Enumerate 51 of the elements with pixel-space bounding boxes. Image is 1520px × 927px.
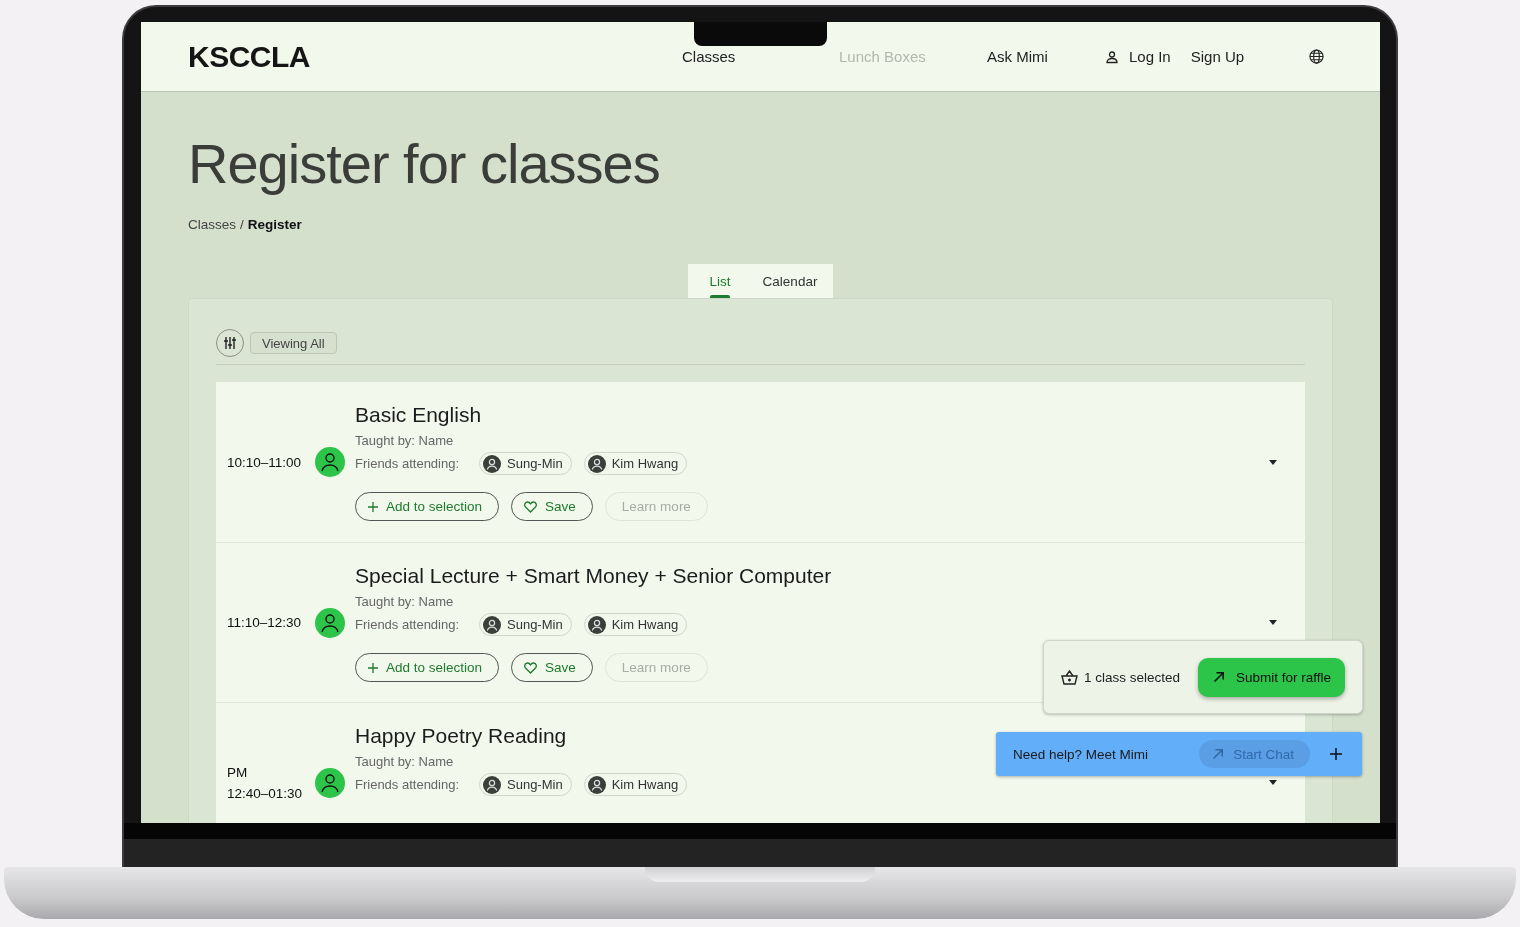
caret-icon[interactable] bbox=[1269, 459, 1277, 465]
sliders-icon bbox=[223, 336, 237, 350]
globe-icon[interactable] bbox=[1309, 49, 1324, 64]
signup-link[interactable]: Sign Up bbox=[1190, 48, 1245, 65]
class-title: Basic English bbox=[355, 402, 483, 428]
class-time: 12:40–01:30 bbox=[227, 785, 304, 801]
heart-icon bbox=[524, 661, 538, 674]
class-title: Happy Poetry Reading bbox=[355, 723, 568, 749]
friend-avatar-icon bbox=[483, 615, 501, 634]
teacher-avatar-icon bbox=[315, 447, 345, 477]
friends-label: Friends attending: bbox=[355, 456, 461, 471]
login-link[interactable]: Log In bbox=[1105, 48, 1171, 65]
time-period: PM bbox=[227, 764, 249, 780]
user-icon bbox=[1105, 49, 1119, 64]
friend-avatar-icon bbox=[587, 615, 606, 634]
view-tab[interactable]: List bbox=[703, 264, 737, 298]
logo[interactable]: KSCCLA bbox=[188, 39, 682, 74]
plus-icon bbox=[368, 662, 378, 673]
breadcrumb-link[interactable]: Classes bbox=[188, 217, 236, 232]
plus-icon[interactable] bbox=[1330, 748, 1342, 760]
teacher-text: Taught by: Name bbox=[355, 433, 454, 448]
caret-icon[interactable] bbox=[1269, 780, 1277, 785]
class-title: Special Lecture + Smart Money + Senior Computer bbox=[355, 563, 833, 589]
breadcrumb-separator: / bbox=[240, 217, 244, 232]
submit-raffle-button[interactable]: Submit for raffle bbox=[1197, 657, 1345, 697]
teacher-avatar-icon bbox=[315, 767, 345, 798]
breadcrumb-link[interactable]: Register bbox=[247, 217, 302, 232]
basket-icon bbox=[1061, 669, 1078, 685]
arrow-up-right-icon bbox=[1211, 670, 1226, 684]
friend-avatar-icon bbox=[587, 775, 606, 794]
friends-label: Friends attending: bbox=[355, 617, 461, 632]
friends-label: Friends attending: bbox=[355, 777, 461, 792]
teacher-text: Taught by: Name bbox=[355, 754, 454, 769]
view-tab[interactable]: Calendar bbox=[756, 264, 824, 298]
nav-link[interactable]: Classes bbox=[682, 48, 839, 65]
heart-icon bbox=[524, 500, 538, 513]
plus-icon bbox=[368, 501, 378, 512]
class-time: 11:10–12:30 bbox=[227, 615, 303, 630]
viewing-all-chip[interactable]: Viewing All bbox=[250, 332, 337, 354]
page-title: Register for classes bbox=[188, 132, 661, 196]
teacher-avatar-icon bbox=[315, 607, 345, 638]
arrow-up-right-icon bbox=[1211, 747, 1226, 761]
friend-avatar-icon bbox=[587, 454, 606, 473]
friend-avatar-icon bbox=[483, 775, 501, 794]
teacher-text: Taught by: Name bbox=[355, 594, 454, 609]
friend-avatar-icon bbox=[483, 454, 501, 473]
selected-count: 1 class selected bbox=[1084, 669, 1181, 685]
class-time: 10:10–11:00 bbox=[227, 454, 303, 470]
nav-link[interactable]: Ask Mimi bbox=[987, 48, 1105, 65]
caret-icon[interactable] bbox=[1269, 620, 1277, 625]
chat-prompt: Need help? Meet Mimi bbox=[1013, 746, 1149, 762]
